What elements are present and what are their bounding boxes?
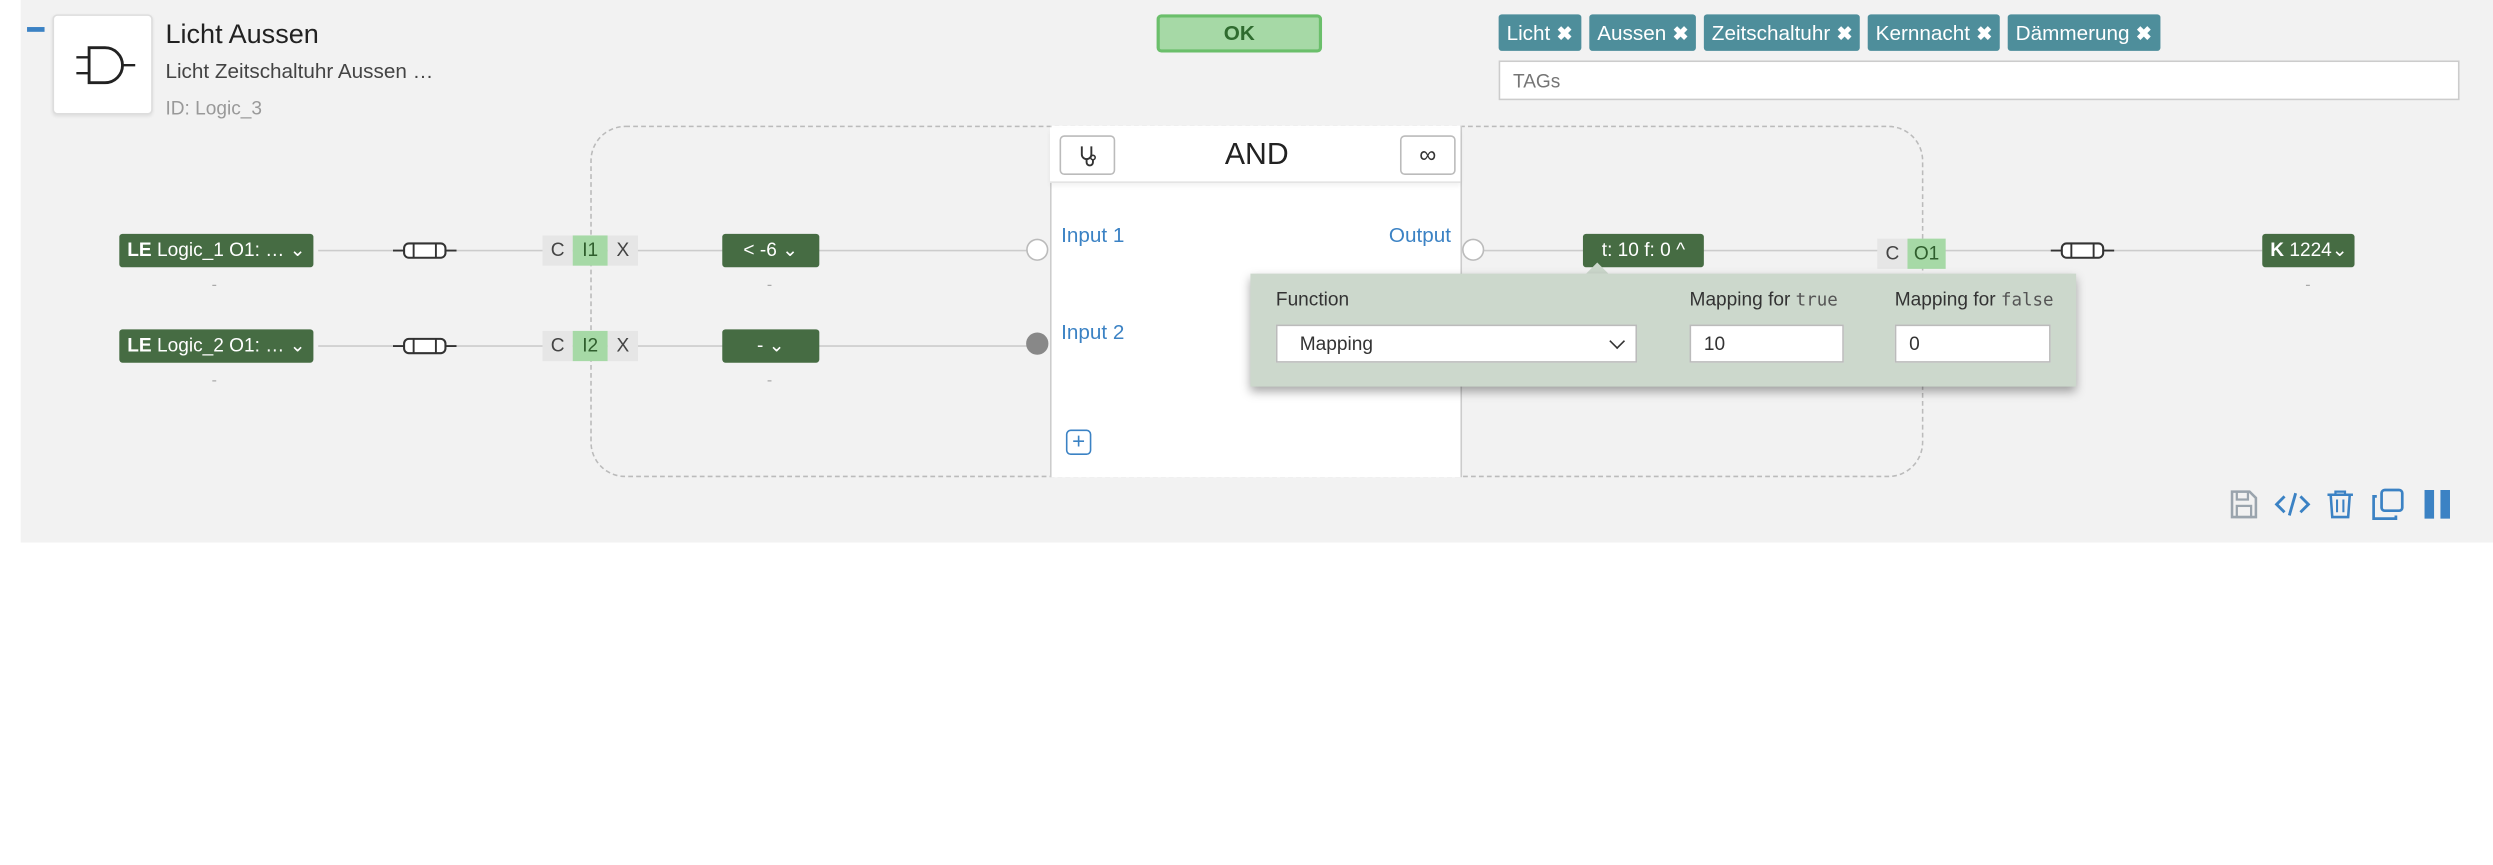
source-text: Logic_1 O1: … <box>157 238 285 261</box>
remove-tag-icon[interactable]: ✖ <box>1976 22 1992 44</box>
true-code: true <box>1795 289 1838 311</box>
input-source-button[interactable]: LE Logic_2 O1: … ⌄ <box>119 329 314 363</box>
fuse-icon <box>392 337 457 355</box>
chevron-down-icon: ⌄ <box>2331 238 2348 261</box>
port-c-label[interactable]: C <box>542 330 573 362</box>
add-input-button[interactable]: + <box>1065 429 1092 455</box>
tag-label: Zeitschaltuhr <box>1711 20 1831 45</box>
tag-label: Aussen <box>1597 20 1667 45</box>
mapping-text: t: 10 f: 0 <box>1601 238 1671 261</box>
save-icon[interactable] <box>2227 488 2259 520</box>
filter-sub: - <box>766 372 773 390</box>
function-label: Function <box>1275 287 1350 311</box>
input-2-label: Input 2 <box>1061 319 1125 344</box>
copy-icon[interactable] <box>2370 488 2405 520</box>
tag-chip[interactable]: Aussen ✖ <box>1589 14 1697 51</box>
input-2-connector[interactable] <box>1026 332 1049 355</box>
popup-arrow <box>1586 262 1609 274</box>
tag-chip[interactable]: Kernnacht ✖ <box>1867 14 2001 51</box>
output-connector[interactable] <box>1462 238 1485 261</box>
tags-input[interactable] <box>1498 60 2460 101</box>
input-filter-button[interactable]: < -6 ⌄ <box>722 233 820 268</box>
port-id: O1 <box>1907 238 1946 269</box>
port-c-label[interactable]: C <box>542 235 573 266</box>
logic-type-title: AND <box>1224 138 1289 172</box>
source-prefix: LE <box>127 238 152 261</box>
false-code: false <box>2000 289 2054 311</box>
node-icon-box <box>52 14 153 115</box>
port-c-label[interactable]: C <box>1877 238 1908 269</box>
remove-tag-icon[interactable]: ✖ <box>1557 22 1573 44</box>
remove-tag-icon[interactable]: ✖ <box>1673 22 1689 44</box>
output-target-button[interactable]: K 1224⌄ <box>2262 233 2355 268</box>
canvas: Licht Aussen Licht Zeitschaltuhr Aussen … <box>0 0 2493 865</box>
stethoscope-icon <box>1080 146 1096 167</box>
trash-icon[interactable] <box>2326 488 2355 520</box>
mapping-false-text: Mapping for <box>1894 287 1996 311</box>
source-sub: - <box>211 276 217 295</box>
mapping-true-input[interactable]: 10 <box>1689 324 1844 363</box>
tag-chip[interactable]: Zeitschaltuhr ✖ <box>1703 14 1861 51</box>
chevron-down-icon: ⌄ <box>289 238 306 261</box>
filter-text: - <box>756 334 764 357</box>
remove-tag-icon[interactable]: ✖ <box>1837 22 1853 44</box>
port-id: I1 <box>572 235 608 266</box>
port-x-label[interactable]: X <box>607 235 638 266</box>
port-id: I2 <box>572 330 608 362</box>
filter-sub: - <box>766 276 773 295</box>
filter-text: < -6 <box>743 238 777 261</box>
target-sub: - <box>2305 276 2311 295</box>
input-source-button[interactable]: LE Logic_1 O1: … ⌄ <box>119 233 314 268</box>
chevron-down-icon: ⌄ <box>289 334 306 357</box>
collapse-button[interactable] <box>27 27 45 32</box>
node-description: Licht Zeitschaltuhr Aussen … <box>165 58 434 83</box>
tag-label: Licht <box>1506 20 1551 45</box>
source-sub: - <box>211 372 217 390</box>
infinity-icon[interactable]: ∞ <box>1399 135 1456 175</box>
port-x-label[interactable]: X <box>607 330 638 362</box>
input-1-connector[interactable] <box>1026 238 1049 261</box>
remove-tag-icon[interactable]: ✖ <box>2136 22 2152 44</box>
input-filter-button[interactable]: - ⌄ <box>722 329 820 363</box>
chevron-down-icon: ⌄ <box>782 238 799 261</box>
node-title: Licht Aussen <box>165 19 319 50</box>
mapping-true-label: Mapping for true <box>1690 288 1838 310</box>
fuse-icon <box>2050 242 2115 259</box>
source-prefix: LE <box>127 334 152 357</box>
tag-label: Kernnacht <box>1875 20 1970 45</box>
node-id: ID: Logic_3 <box>165 97 263 120</box>
debug-button[interactable] <box>1059 135 1116 175</box>
pause-icon[interactable] <box>2421 488 2453 520</box>
mapping-popup: Function Mapping Mapping for true 10 Map… <box>1250 273 2077 387</box>
tag-chip[interactable]: Dämmerung ✖ <box>2007 14 2160 51</box>
input-1-label: Input 1 <box>1061 222 1125 247</box>
chevron-down-icon: ⌄ <box>768 334 785 357</box>
source-text: Logic_2 O1: … <box>157 334 285 357</box>
tag-chip[interactable]: Licht ✖ <box>1498 14 1581 51</box>
mapping-false-label: Mapping for false <box>1895 288 2054 310</box>
target-text: 1224 <box>2289 238 2332 261</box>
and-gate-icon <box>76 46 136 85</box>
fuse-icon <box>392 242 457 259</box>
code-icon[interactable] <box>2273 488 2311 520</box>
function-select[interactable]: Mapping <box>1275 324 1638 363</box>
tag-label: Dämmerung <box>2015 20 2130 45</box>
target-prefix: K <box>2270 238 2285 261</box>
mapping-false-input[interactable]: 0 <box>1894 324 2051 363</box>
output-label: Output <box>1388 222 1451 247</box>
status-badge: OK <box>1156 14 1323 53</box>
mapping-true-text: Mapping for <box>1689 287 1791 311</box>
chevron-up-icon: ^ <box>1676 238 1686 261</box>
